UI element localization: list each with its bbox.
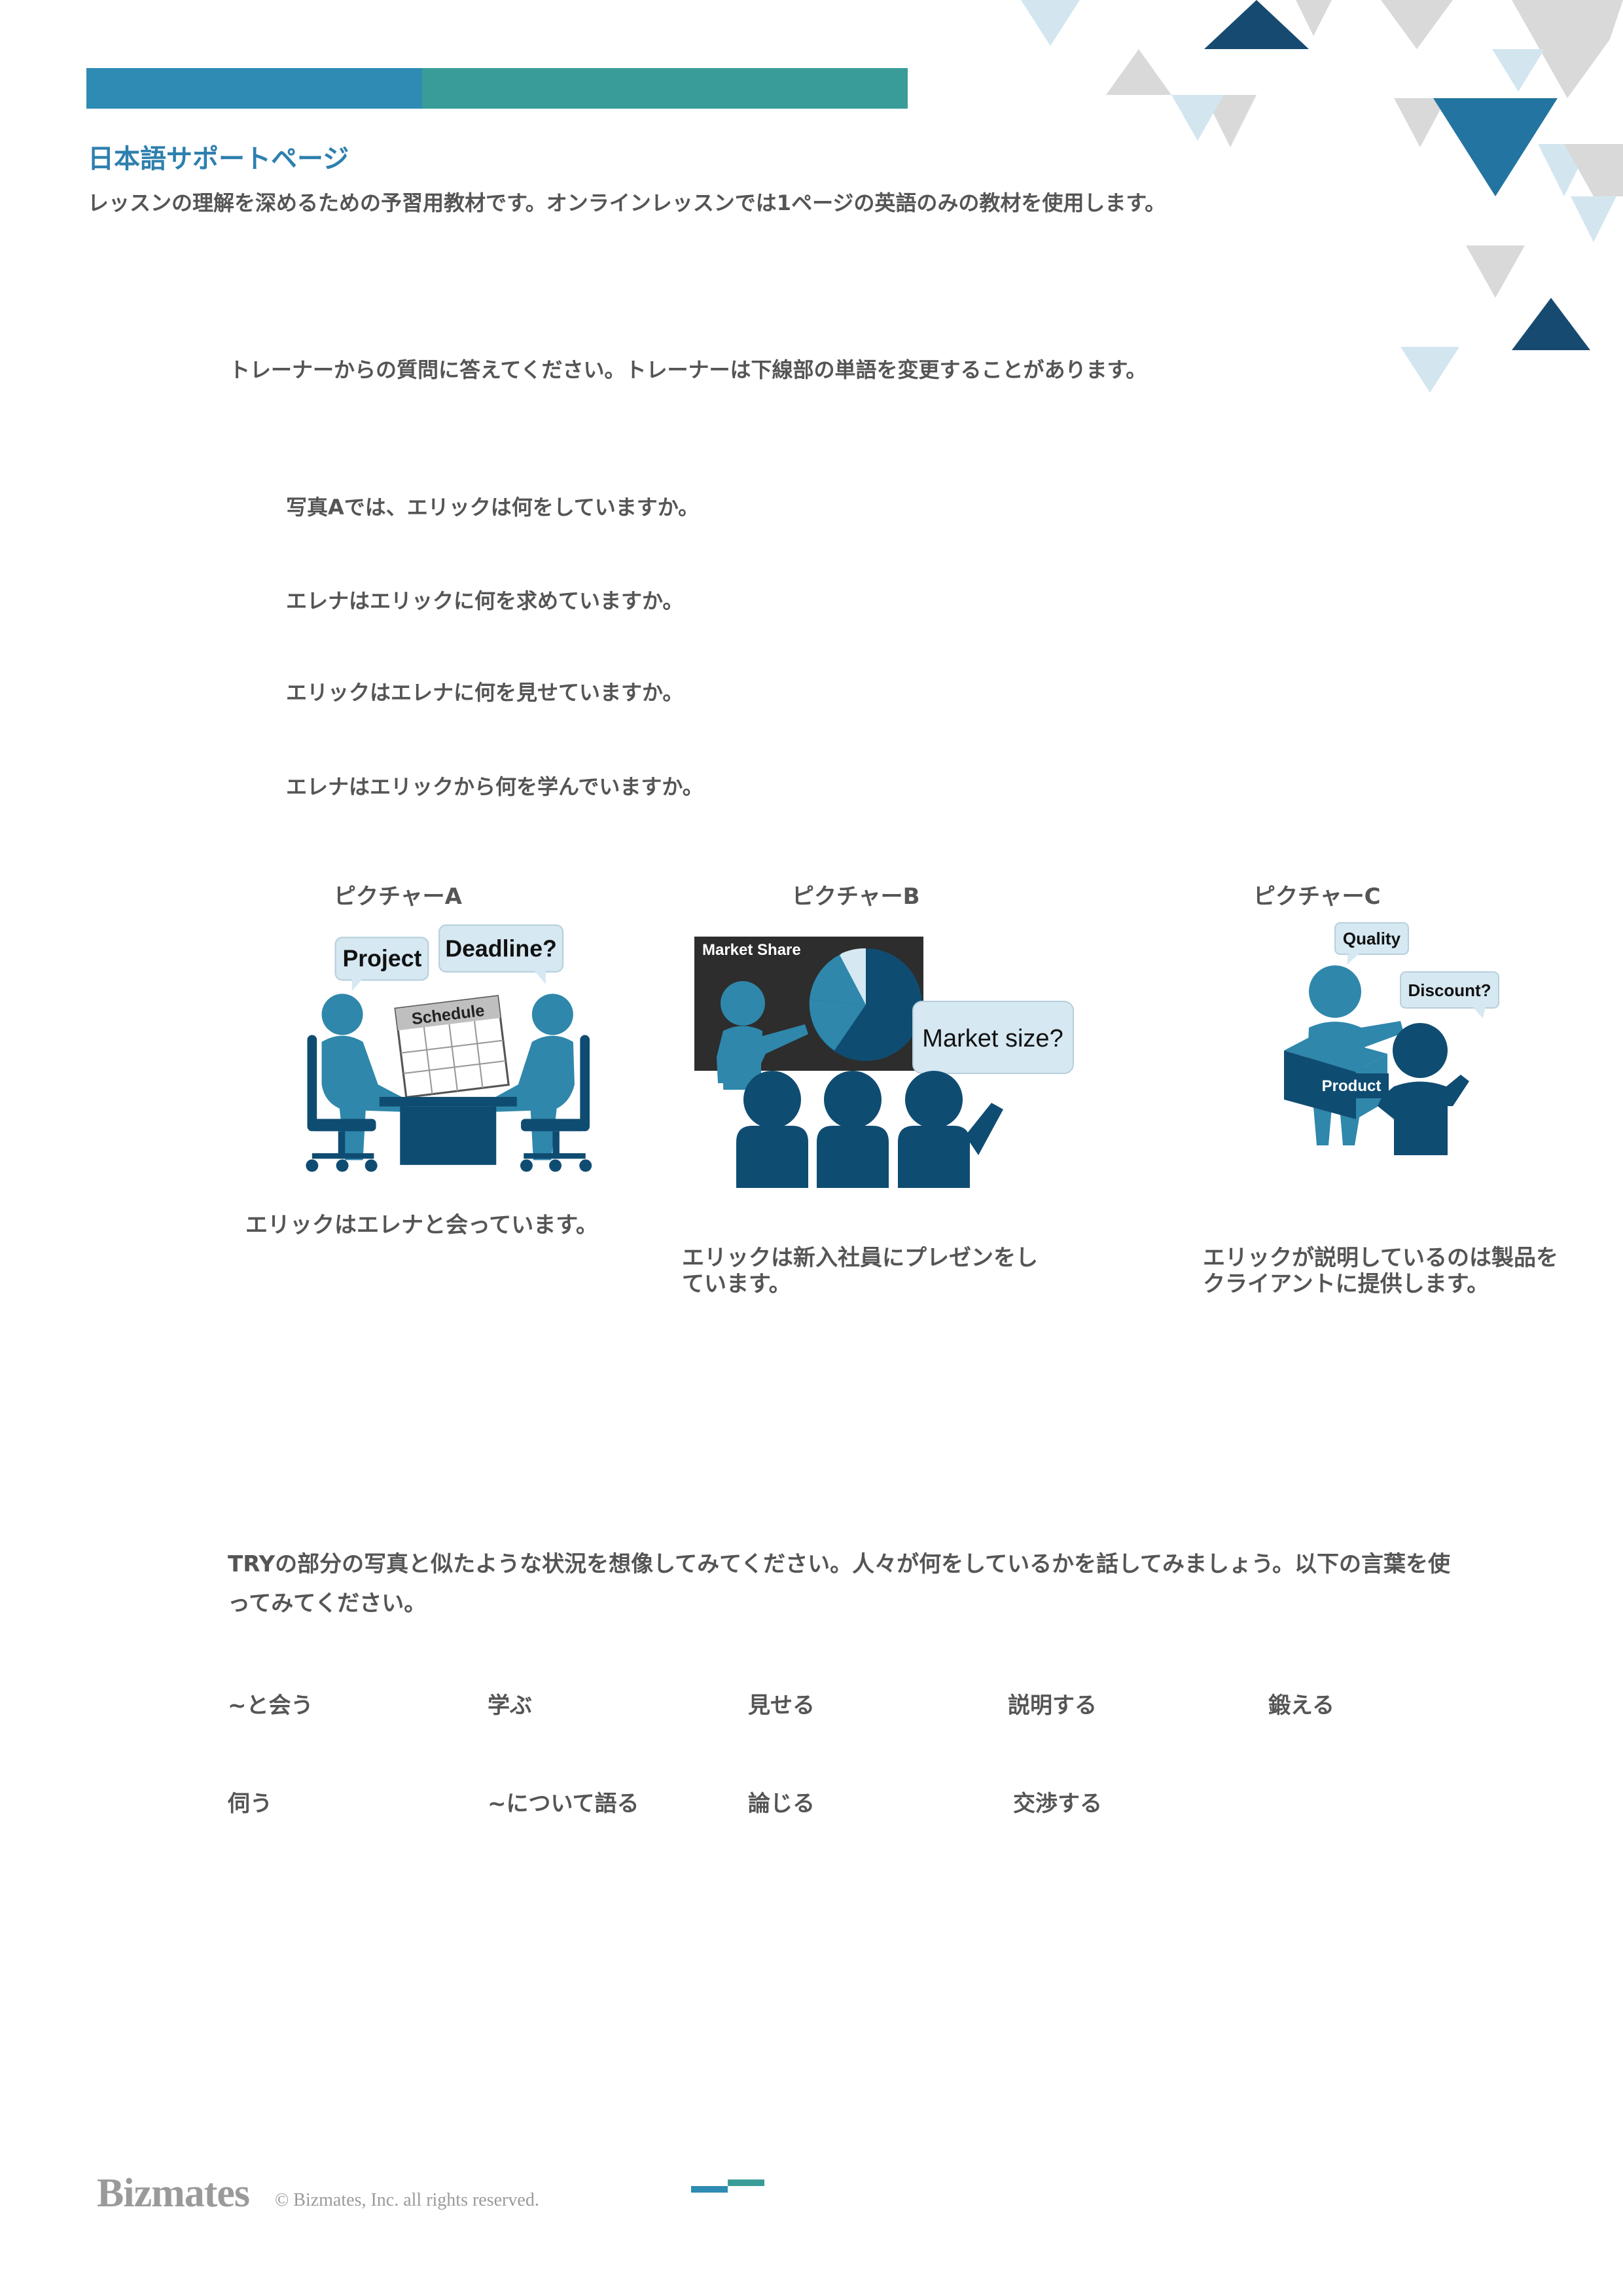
question-4: エレナはエリックから何を学んでいますか。: [286, 774, 704, 799]
board-title: Market Share: [702, 941, 801, 959]
try-instruction-text: TRYの部分の写真と似たような状況を想像してみてください。人々が何をしているかを…: [228, 1551, 1451, 1617]
word-show: 見せる: [748, 1693, 815, 1719]
picture-b-caption-line-1: エリックは新入社員にプレゼンをし: [682, 1245, 1038, 1271]
word-discuss: 論じる: [748, 1791, 815, 1817]
product-box-label: Product: [1322, 1077, 1382, 1095]
copyright-text: © Bizmates, Inc. all rights reserved.: [275, 2190, 539, 2210]
header-bar-blue-segment: [86, 68, 422, 109]
picture-c-label: ピクチャーC: [1253, 884, 1381, 910]
question-1: 写真Aでは、エリックは何をしていますか。: [286, 495, 700, 520]
bubble-discount: Discount?: [1408, 980, 1491, 1000]
word-train: 鍛える: [1268, 1693, 1334, 1719]
bizmates-logo: Bizmates: [97, 2171, 250, 2215]
question-3: エリックはエレナに何を見せていますか。: [286, 680, 684, 705]
bubble-deadline: Deadline?: [445, 936, 557, 962]
word-explain: 説明する: [1008, 1693, 1097, 1719]
picture-a-caption: エリックはエレナと会っています。: [245, 1212, 598, 1238]
word-learn: 学ぶ: [488, 1693, 532, 1719]
header-bar-teal-segment: [422, 68, 908, 109]
question-2: エレナはエリックに何を求めていますか。: [286, 588, 684, 613]
picture-a-meeting-illustration: Project Deadline? Schedule: [306, 924, 592, 1172]
bubble-project: Project: [342, 945, 421, 971]
word-talk-about: ~について語る: [488, 1791, 639, 1817]
page-title: 日本語サポートページ: [88, 144, 349, 174]
word-ask: 伺う: [228, 1791, 272, 1817]
word-meet: ~と会う: [228, 1693, 313, 1719]
picture-b-presentation-illustration: Market Share Market size?: [694, 937, 1074, 1188]
picture-c-caption-line-2: クライアントに提供します。: [1203, 1271, 1489, 1297]
picture-c-caption-line-1: エリックが説明しているのは製品を: [1203, 1245, 1558, 1271]
bubble-market-size: Market size?: [922, 1025, 1063, 1052]
page-subtitle: レッスンの理解を深めるための予習用教材です。オンラインレッスンでは1ページの英語…: [88, 190, 1166, 215]
word-negotiate: 交渉する: [1013, 1791, 1102, 1817]
instruction-text: トレーナーからの質問に答えてください。トレーナーは下線部の単語を変更することがあ…: [229, 357, 1147, 382]
header-color-bar: [86, 68, 908, 109]
bubble-quality: Quality: [1343, 929, 1401, 948]
picture-c-caption: エリックが説明しているのは製品を クライアントに提供します。: [1203, 1245, 1558, 1297]
picture-b-caption-line-2: ています。: [682, 1271, 791, 1297]
picture-b-label: ピクチャーB: [792, 884, 920, 910]
picture-a-label: ピクチャーA: [334, 884, 462, 910]
footer-bar-mark: [691, 2179, 764, 2193]
picture-c-product-illustration: Quality Discount? Product: [1284, 922, 1499, 1155]
picture-b-caption: エリックは新入社員にプレゼンをし ています。: [682, 1245, 1038, 1297]
